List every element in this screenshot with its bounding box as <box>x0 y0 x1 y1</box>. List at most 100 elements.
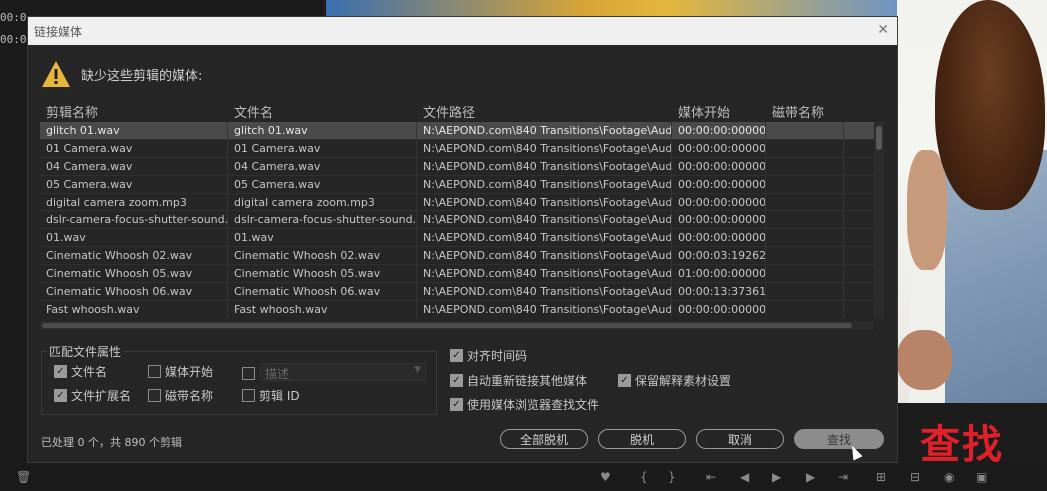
cell-clip-name: 01.wav <box>40 229 228 247</box>
mark-in-icon[interactable]: { <box>640 470 648 484</box>
play-icon[interactable]: ▶ <box>772 470 781 484</box>
cell-file-path: N:\AEPOND.com\840 Transitions\Footage\Au… <box>417 265 672 283</box>
table-row[interactable]: 05 Camera.wav 05 Camera.wav N:\AEPOND.com\… <box>40 175 884 194</box>
go-to-out-icon[interactable]: ⇥ <box>838 470 848 484</box>
checkbox-box[interactable] <box>148 365 161 378</box>
checkbox-box[interactable] <box>242 367 255 380</box>
table-row[interactable]: 01 Camera.wav 01 Camera.wav N:\AEPOND.com\… <box>40 139 884 158</box>
checkbox-box[interactable]: ✓ <box>450 349 463 362</box>
vertical-scroll-thumb[interactable] <box>876 126 882 150</box>
match-media-start-checkbox[interactable]: 媒体开始 <box>148 363 213 380</box>
checkbox-box[interactable]: ✓ <box>450 374 463 387</box>
cancel-button[interactable]: 取消 <box>696 429 784 449</box>
column-header-media-start[interactable]: 媒体开始 <box>672 102 766 121</box>
button-editor-icon[interactable]: ▣ <box>976 470 987 484</box>
cell-clip-name: Cinematic Whoosh 05.wav <box>40 265 228 283</box>
cell-media-start: 00:00:00:00000 <box>672 211 766 229</box>
checkbox-label: 保留解释素材设置 <box>635 374 732 388</box>
checkbox-label: 文件名 <box>71 365 108 379</box>
checkbox-label: 使用媒体浏览器查找文件 <box>467 398 600 412</box>
cell-tape-name <box>766 175 844 193</box>
table-header: 剪辑名称 文件名 文件路径 媒体开始 磁带名称 <box>40 101 884 122</box>
match-properties-title: 匹配文件属性 <box>47 343 124 360</box>
checkbox-box[interactable]: ✓ <box>618 374 631 387</box>
cell-file-name: Cinematic Whoosh 02.wav <box>228 247 417 265</box>
cell-clip-name: Cinematic Whoosh 06.wav <box>40 283 228 300</box>
horizontal-scrollbar[interactable] <box>40 321 874 330</box>
offline-button[interactable]: 脱机 <box>598 429 686 449</box>
match-clip-id-checkbox[interactable]: 剪辑 ID <box>242 387 300 404</box>
align-timecode-checkbox[interactable]: ✓ 对齐时间码 <box>450 347 527 364</box>
table-body: glitch 01.wav glitch 01.wav N:\AEPOND.com\… <box>40 122 884 318</box>
cell-clip-name: 01 Camera.wav <box>40 139 228 157</box>
video-face <box>907 150 947 270</box>
warning-row: 缺少这些剪辑的媒体: <box>41 60 202 88</box>
match-properties-group <box>41 351 437 415</box>
column-header-tape-name[interactable]: 磁带名称 <box>766 102 844 121</box>
cell-file-path: N:\AEPOND.com\840 Transitions\Footage\Au… <box>417 122 672 139</box>
table-row[interactable]: 04 Camera.wav 04 Camera.wav N:\AEPOND.com\… <box>40 157 884 176</box>
go-to-in-icon[interactable]: ⇤ <box>706 470 716 484</box>
link-media-dialog: 链接媒体 ✕ 缺少这些剪辑的媒体: 剪辑名称 文件名 文件路径 媒体开始 磁带名… <box>27 16 898 463</box>
cell-clip-name: digital camera zoom.mp3 <box>40 193 228 211</box>
use-media-browser-checkbox[interactable]: ✓ 使用媒体浏览器查找文件 <box>450 396 599 413</box>
cell-file-name: Cinematic Whoosh 05.wav <box>228 265 417 283</box>
trash-icon[interactable]: 🗑 <box>16 470 31 484</box>
cell-tape-name <box>766 193 844 211</box>
checkbox-box[interactable]: ✓ <box>54 389 67 402</box>
checkbox-label: 描述 <box>265 367 290 381</box>
find-button[interactable]: 查找 <box>794 429 884 449</box>
horizontal-scroll-thumb[interactable] <box>42 323 852 328</box>
export-frame-icon[interactable]: ◉ <box>944 470 954 484</box>
match-filename-checkbox[interactable]: ✓ 文件名 <box>54 363 107 380</box>
checkbox-box[interactable]: ✓ <box>54 365 67 378</box>
cell-file-path: N:\AEPOND.com\840 Transitions\Footage\Au… <box>417 300 672 318</box>
checkbox-box[interactable] <box>148 389 161 402</box>
cell-file-name: glitch 01.wav <box>228 122 417 139</box>
match-tape-name-checkbox[interactable]: 磁带名称 <box>148 387 213 404</box>
table-row[interactable]: 01.wav 01.wav N:\AEPOND.com\840 Transition… <box>40 229 884 248</box>
video-hair <box>935 0 1045 210</box>
step-forward-icon[interactable]: ▶ <box>806 470 815 484</box>
cell-tape-name <box>766 283 844 300</box>
cell-media-start: 00:00:00:00000 <box>672 229 766 247</box>
preserve-interpret-checkbox[interactable]: ✓ 保留解释素材设置 <box>618 372 731 389</box>
table-row[interactable]: dslr-camera-focus-shutter-sound.wavdslr-… <box>40 211 884 230</box>
insert-icon[interactable]: ⊞ <box>876 470 886 484</box>
status-text: 已处理 0 个，共 890 个剪辑 <box>41 436 182 449</box>
step-back-icon[interactable]: ◀ <box>740 470 749 484</box>
cell-media-start: 00:00:00:00000 <box>672 175 766 193</box>
cell-file-name: Cinematic Whoosh 06.wav <box>228 283 417 300</box>
match-description-checkbox[interactable]: 描述 <box>242 365 289 382</box>
table-row[interactable]: Cinematic Whoosh 05.wav Cinematic Whoosh … <box>40 265 884 284</box>
cell-tape-name <box>766 211 844 229</box>
column-header-clip-name[interactable]: 剪辑名称 <box>40 102 228 121</box>
cell-media-start: 00:00:00:00000 <box>672 122 766 139</box>
dialog-title: 链接媒体 <box>34 24 83 39</box>
checkbox-box[interactable]: ✓ <box>450 398 463 411</box>
auto-relink-checkbox[interactable]: ✓ 自动重新链接其他媒体 <box>450 372 587 389</box>
table-row[interactable]: Fast whoosh.wav Fast whoosh.wav N:\AEPOND.… <box>40 300 884 318</box>
match-extension-checkbox[interactable]: ✓ 文件扩展名 <box>54 387 131 404</box>
cell-tape-name <box>766 247 844 265</box>
overwrite-icon[interactable]: ⊟ <box>910 470 920 484</box>
cell-tape-name <box>766 139 844 157</box>
table-row[interactable]: digital camera zoom.mp3 digital camera zo… <box>40 193 884 212</box>
warning-icon <box>42 61 70 87</box>
marker-icon[interactable]: ♥ <box>600 470 611 484</box>
cell-media-start: 00:00:00:00000 <box>672 139 766 157</box>
column-header-file-name[interactable]: 文件名 <box>228 102 417 121</box>
column-header-file-path[interactable]: 文件路径 <box>417 102 672 121</box>
cell-file-name: 01 Camera.wav <box>228 139 417 157</box>
checkbox-box[interactable] <box>242 389 255 402</box>
table-row[interactable]: glitch 01.wav glitch 01.wav N:\AEPOND.com\… <box>40 122 884 140</box>
mark-out-icon[interactable]: } <box>668 470 676 484</box>
cell-tape-name <box>766 229 844 247</box>
table-row[interactable]: Cinematic Whoosh 02.wav Cinematic Whoosh … <box>40 247 884 266</box>
offline-all-button[interactable]: 全部脱机 <box>500 429 588 449</box>
vertical-scrollbar[interactable] <box>874 122 884 318</box>
close-icon[interactable]: ✕ <box>877 22 889 38</box>
cell-clip-name: 05 Camera.wav <box>40 175 228 193</box>
table-row[interactable]: Cinematic Whoosh 06.wav Cinematic Whoosh … <box>40 283 884 301</box>
program-monitor-top <box>326 0 898 16</box>
